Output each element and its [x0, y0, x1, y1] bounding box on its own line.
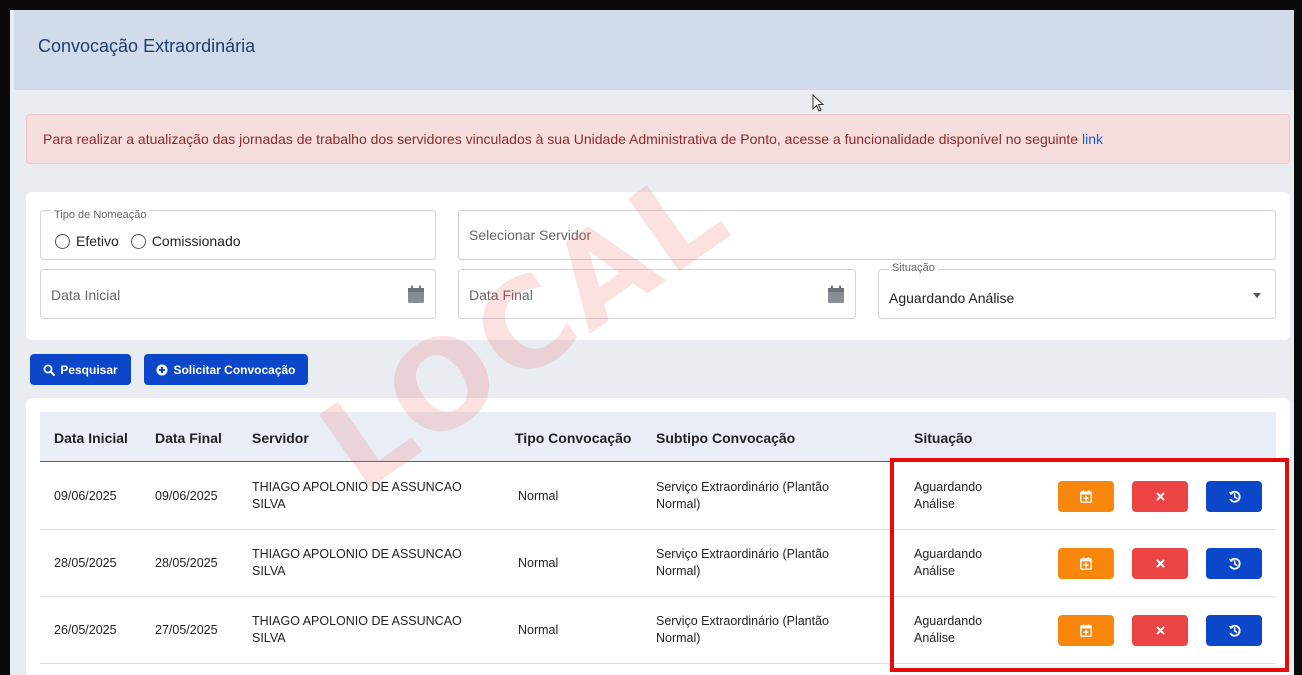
cell-tipo: Normal: [518, 489, 559, 503]
cell-data-final: 28/05/2025: [155, 556, 218, 570]
cell-situacao: Aguardando Análise: [914, 614, 983, 645]
cell-subtipo: Serviço Extraordinário (Plantão Normal): [656, 547, 829, 578]
column-header[interactable]: Data Final: [155, 430, 222, 446]
situacao-label: Situação: [889, 262, 938, 274]
column-header[interactable]: Tipo Convocação: [515, 430, 631, 446]
alert-text: Para realizar a atualização das jornadas…: [43, 131, 1082, 147]
calendar-plus-icon: [1080, 557, 1092, 570]
cell-servidor: THIAGO APOLONIO DE ASSUNCAO SILVA: [252, 547, 462, 578]
mouse-cursor-icon: [812, 94, 825, 112]
page-header: Convocação Extraordinária: [14, 10, 1294, 90]
calendar-icon[interactable]: [407, 285, 425, 304]
cell-situacao: Aguardando Análise: [914, 480, 983, 511]
column-header[interactable]: Servidor: [252, 430, 309, 446]
servidor-placeholder: Selecionar Servidor: [469, 227, 592, 243]
history-button[interactable]: [1206, 548, 1262, 579]
cancel-button[interactable]: [1132, 548, 1188, 579]
table-row: 09/06/2025 09/06/2025 THIAGO APOLONIO DE…: [40, 463, 1276, 530]
radio-comissionado-label[interactable]: Comissionado: [152, 233, 241, 249]
history-button[interactable]: [1206, 615, 1262, 646]
history-icon: [1228, 557, 1241, 570]
close-icon: [1156, 559, 1164, 568]
cell-situacao: Aguardando Análise: [914, 547, 983, 578]
alert-link[interactable]: link: [1082, 131, 1103, 147]
solicitar-convocacao-button[interactable]: Solicitar Convocação: [144, 354, 308, 385]
calendar-plus-icon: [1080, 624, 1092, 637]
chevron-down-icon[interactable]: [1253, 293, 1261, 298]
situacao-value: Aguardando Análise: [889, 290, 1015, 306]
cell-tipo: Normal: [518, 623, 559, 637]
cell-data-final: 27/05/2025: [155, 623, 218, 637]
situacao-select[interactable]: Situação Aguardando Análise: [878, 262, 1276, 319]
schedule-button[interactable]: [1058, 481, 1114, 512]
radio-comissionado[interactable]: [130, 233, 146, 249]
page-title: Convocação Extraordinária: [38, 36, 256, 56]
table-header: Data Inicial Data Final Servidor Tipo Co…: [40, 412, 1276, 462]
cell-servidor: THIAGO APOLONIO DE ASSUNCAO SILVA: [252, 614, 462, 645]
calendar-icon[interactable]: [827, 285, 845, 304]
info-alert: Para realizar a atualização das jornadas…: [26, 114, 1290, 164]
results-table: Data Inicial Data Final Servidor Tipo Co…: [26, 398, 1290, 675]
cell-data-inicial: 26/05/2025: [54, 623, 117, 637]
history-button[interactable]: [1206, 481, 1262, 512]
table-row: 28/05/2025 28/05/2025 THIAGO APOLONIO DE…: [40, 530, 1276, 597]
cancel-button[interactable]: [1132, 615, 1188, 646]
pesquisar-button[interactable]: Pesquisar: [30, 354, 131, 385]
tipo-nomeacao-group: Tipo de Nomeação Efetivo Comissionado: [40, 209, 436, 260]
radio-efetivo-label[interactable]: Efetivo: [76, 233, 119, 249]
cell-data-inicial: 28/05/2025: [54, 556, 117, 570]
column-header[interactable]: Subtipo Convocação: [656, 430, 795, 446]
data-final-input[interactable]: Data Final: [458, 269, 856, 319]
tipo-nomeacao-label: Tipo de Nomeação: [51, 209, 150, 221]
app-frame: Convocação Extraordinária Para realizar …: [0, 0, 1302, 675]
column-header[interactable]: Situação: [914, 430, 972, 446]
schedule-button[interactable]: [1058, 548, 1114, 579]
history-icon: [1228, 490, 1241, 503]
servidor-select[interactable]: Selecionar Servidor: [458, 210, 1276, 260]
pesquisar-label: Pesquisar: [60, 362, 118, 377]
schedule-button[interactable]: [1058, 615, 1114, 646]
column-header[interactable]: Data Inicial: [54, 430, 128, 446]
cell-subtipo: Serviço Extraordinário (Plantão Normal): [656, 614, 829, 645]
close-icon: [1156, 626, 1164, 635]
cell-data-inicial: 09/06/2025: [54, 489, 117, 503]
data-inicial-placeholder: Data Inicial: [51, 287, 121, 303]
cell-tipo: Normal: [518, 556, 559, 570]
cancel-button[interactable]: [1132, 481, 1188, 512]
data-final-placeholder: Data Final: [469, 287, 533, 303]
radio-efetivo[interactable]: [55, 233, 70, 249]
data-inicial-input[interactable]: Data Inicial: [40, 269, 436, 319]
filter-panel: Tipo de Nomeação Efetivo Comissionado Se…: [26, 192, 1290, 340]
close-icon: [1156, 492, 1164, 501]
history-icon: [1228, 624, 1241, 637]
cell-subtipo: Serviço Extraordinário (Plantão Normal): [656, 480, 829, 511]
table-row: 26/05/2025 27/05/2025 THIAGO APOLONIO DE…: [40, 597, 1276, 664]
search-icon: [43, 364, 56, 376]
cell-data-final: 09/06/2025: [155, 489, 218, 503]
calendar-plus-icon: [1080, 490, 1092, 503]
plus-circle-icon: [156, 364, 168, 375]
cell-servidor: THIAGO APOLONIO DE ASSUNCAO SILVA: [252, 480, 462, 511]
solicitar-label: Solicitar Convocação: [173, 362, 296, 377]
